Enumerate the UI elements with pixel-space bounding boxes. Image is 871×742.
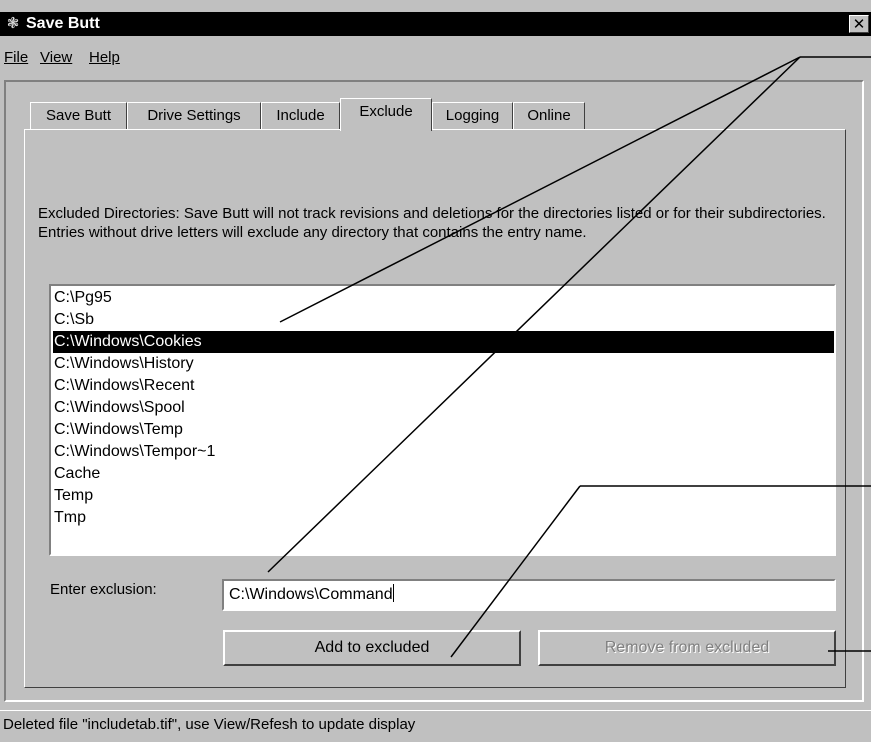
app-window: ❃ Save Butt ✕ File View Help Save Butt D… — [0, 0, 871, 742]
menu-view[interactable]: View — [40, 49, 72, 66]
menu-bar: File View Help — [0, 46, 871, 72]
exclusion-input[interactable]: C:\Windows\Command — [222, 579, 836, 611]
tab-include[interactable]: Include — [261, 102, 340, 130]
list-item[interactable]: C:\Windows\Spool — [54, 397, 833, 419]
menu-view-label: View — [40, 49, 73, 66]
add-to-excluded-button[interactable]: Add to excluded — [223, 630, 521, 666]
list-item[interactable]: Cache — [54, 463, 833, 485]
remove-from-excluded-button[interactable]: Remove from excluded — [538, 630, 836, 666]
tab-online[interactable]: Online — [513, 102, 585, 130]
exclusion-input-value: C:\Windows\Command — [229, 586, 393, 603]
tab-save-butt[interactable]: Save Butt — [30, 102, 127, 130]
text-caret — [392, 584, 394, 602]
window-title: Save Butt — [26, 15, 100, 32]
list-item[interactable]: C:\Pg95 — [54, 287, 833, 309]
title-bar[interactable]: ❃ Save Butt ✕ — [0, 12, 871, 36]
tab-drive-settings[interactable]: Drive Settings — [127, 102, 261, 130]
menu-help[interactable]: Help — [89, 49, 120, 66]
menu-help-label: Help — [89, 49, 120, 66]
menu-file[interactable]: File — [4, 49, 28, 66]
tab-exclude[interactable]: Exclude — [340, 98, 432, 131]
status-text: Deleted file "includetab.tif", use View/… — [3, 716, 416, 733]
app-icon: ❃ — [6, 15, 20, 32]
exclusion-label: Enter exclusion: — [50, 581, 157, 598]
list-item-selected[interactable]: C:\Windows\Cookies — [53, 331, 834, 353]
list-item[interactable]: C:\Windows\History — [54, 353, 833, 375]
list-item[interactable]: Temp — [54, 485, 833, 507]
list-item[interactable]: Tmp — [54, 507, 833, 529]
list-item[interactable]: C:\Sb — [54, 309, 833, 331]
status-bar: Deleted file "includetab.tif", use View/… — [0, 710, 871, 742]
exclude-description: Excluded Directories: Save Butt will not… — [38, 205, 826, 241]
list-item[interactable]: C:\Windows\Temp — [54, 419, 833, 441]
menu-file-label: File — [4, 49, 29, 66]
list-item[interactable]: C:\Windows\Tempor~1 — [54, 441, 833, 463]
excluded-directories-list[interactable]: C:\Pg95 C:\Sb C:\Windows\Cookies C:\Wind… — [49, 284, 836, 556]
list-item[interactable]: C:\Windows\Recent — [54, 375, 833, 397]
close-button[interactable]: ✕ — [849, 15, 869, 33]
tab-logging[interactable]: Logging — [432, 102, 513, 130]
